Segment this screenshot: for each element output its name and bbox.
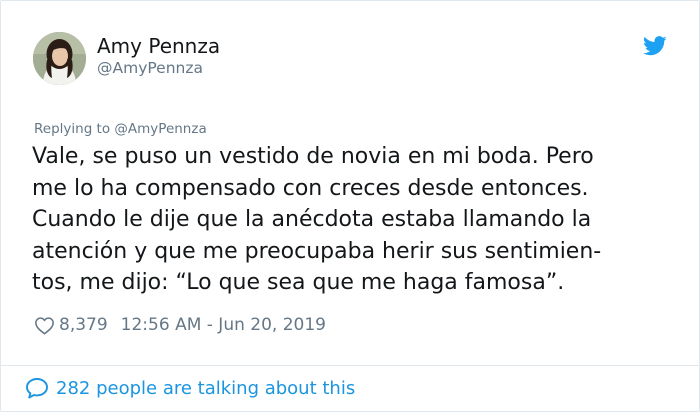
tweet-timestamp[interactable]: 12:56 AM - Jun 20, 2019 (121, 315, 326, 335)
tweet-card: Amy Pennza @AmyPennza Replying to @AmyPe… (0, 0, 700, 412)
display-name[interactable]: Amy Pennza (97, 34, 220, 58)
talking-about-link[interactable]: 282 people are talking about this (25, 376, 355, 400)
replying-prefix: Replying to (34, 121, 115, 137)
twitter-bird-icon[interactable] (643, 36, 667, 56)
tweet-text: Vale, se puso un vestido de novia en mi … (32, 141, 682, 299)
user-handle[interactable]: @AmyPennza (97, 59, 203, 77)
tweet-text-line: Vale, se puso un vestido de novia en mi … (32, 144, 594, 169)
like-count[interactable]: 8,379 (59, 315, 108, 335)
reply-mention-link[interactable]: @AmyPennza (114, 121, 206, 137)
avatar[interactable] (33, 32, 86, 85)
speech-bubble-icon (26, 378, 48, 399)
tweet-text-line: Cuando le dije que la anécdota estaba ll… (32, 207, 592, 232)
tweet-meta: 8,379 12:56 AM - Jun 20, 2019 (34, 314, 326, 336)
tweet-text-line: me lo ha compensado con creces desde ent… (32, 175, 589, 201)
talking-about-label: 282 people are talking about this (56, 377, 356, 399)
heart-outline-icon[interactable] (34, 316, 55, 335)
tweet-text-line: atención y que me preocupaba herir sus s… (32, 238, 602, 264)
replying-to: Replying to @AmyPennza (34, 121, 207, 137)
divider (1, 365, 699, 366)
tweet-text-line: tos, me dijo: “Lo que sea que me haga fa… (32, 270, 565, 295)
profile-photo (33, 32, 86, 85)
